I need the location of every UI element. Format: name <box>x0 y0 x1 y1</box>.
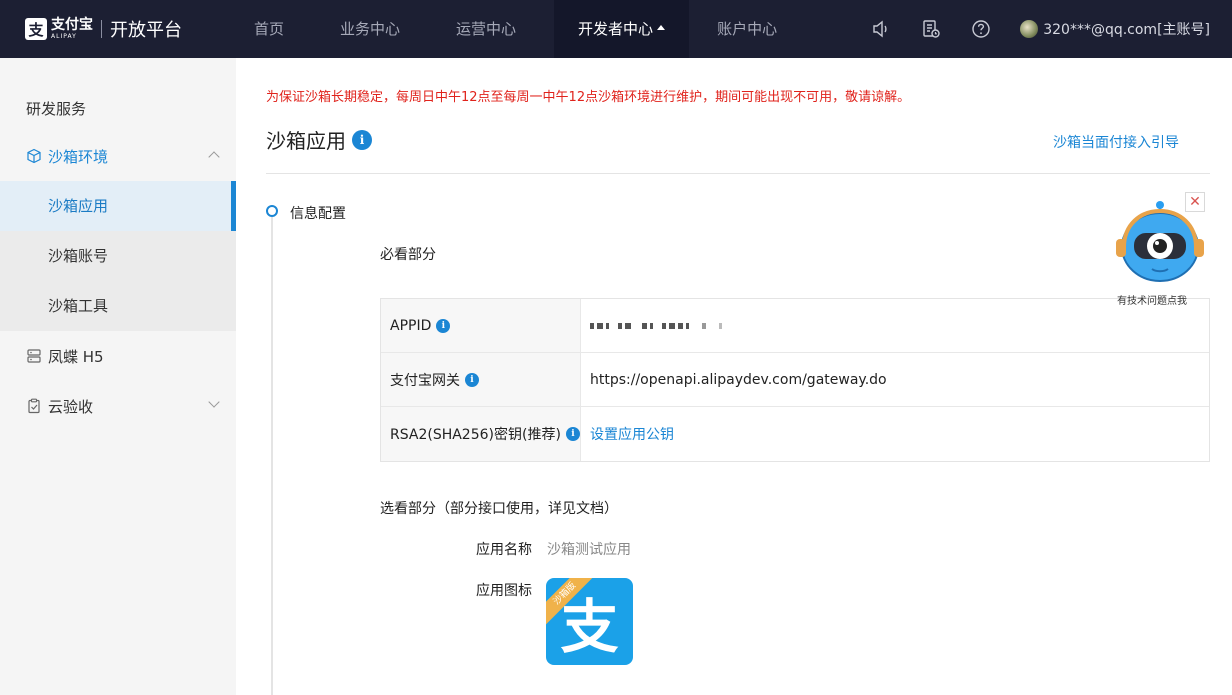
info-icon[interactable]: i <box>465 372 479 387</box>
caret-up-icon <box>657 25 666 30</box>
table-row: 支付宝网关 i https://openapi.alipaydev.com/ga… <box>381 353 1209 407</box>
speaker-icon[interactable] <box>870 18 892 40</box>
server-icon <box>26 348 42 364</box>
helper-label: 有技术问题点我 <box>1117 296 1187 307</box>
sidebar-group-label: 研发服务 <box>26 100 87 118</box>
page-title-text: 沙箱应用 <box>266 129 346 153</box>
info-icon[interactable]: i <box>352 129 372 150</box>
masked-appid <box>590 322 722 329</box>
logo-cn: 支付宝 <box>51 17 93 33</box>
user-menu[interactable]: 320***@qq.com[主账号] <box>1020 19 1210 39</box>
sidebar-item-cloud-accept[interactable]: 云验收 <box>0 381 236 431</box>
timeline-dot <box>266 205 278 217</box>
required-section-title: 必看部分 <box>380 247 436 263</box>
page-title: 沙箱应用 i <box>266 125 372 154</box>
set-public-key-link[interactable]: 设置应用公钥 <box>590 424 674 444</box>
close-icon[interactable]: ✕ <box>1185 192 1205 212</box>
sidebar-item-sandbox-label: 沙箱环境 <box>48 147 109 166</box>
info-icon[interactable]: i <box>436 318 451 333</box>
nav-business[interactable]: 业务中心 <box>322 0 418 58</box>
chevron-down-icon <box>208 396 220 408</box>
alipay-logo[interactable]: 支 支付宝 ALIPAY 开放平台 <box>25 16 182 42</box>
sidebar-item-fengdie-label: 凤蝶 H5 <box>48 347 104 366</box>
nav-account[interactable]: 账户中心 <box>699 0 795 58</box>
app-icon-image: 支 沙箱版 <box>546 578 633 665</box>
maintenance-notice: 为保证沙箱长期稳定，每周日中午12点至每周一中午12点沙箱环境进行维护，期间可能… <box>266 90 911 105</box>
main-nav: 首页 业务中心 运营中心 开发者中心 账户中心 <box>236 0 795 58</box>
config-value-gateway[interactable]: https://openapi.alipaydev.com/gateway.do <box>581 353 1209 406</box>
nav-operations[interactable]: 运营中心 <box>438 0 534 58</box>
nav-home[interactable]: 首页 <box>236 0 302 58</box>
header-tools: 320***@qq.com[主账号] <box>870 0 1232 58</box>
sidebar-item-fengdie[interactable]: 凤蝶 H5 <box>0 331 236 381</box>
user-name: 320***@qq.com[主账号] <box>1043 22 1210 38</box>
avatar <box>1020 20 1039 38</box>
config-key-rsa2: RSA2(SHA256)密钥(推荐) i <box>381 407 581 461</box>
sidebar: 研发服务 沙箱环境 沙箱应用 沙箱账号 沙箱工具 凤蝶 H5 云验收 <box>0 58 236 695</box>
optional-section-title: 选看部分（部分接口使用，详见文档） <box>380 501 618 517</box>
logo-en: ALIPAY <box>51 33 77 40</box>
table-row: APPID i <box>381 299 1209 353</box>
top-navbar: 支 支付宝 ALIPAY 开放平台 首页 业务中心 运营中心 开发者中心 账户中… <box>0 0 1232 58</box>
section-title-config: 信息配置 <box>290 206 346 222</box>
timeline-line <box>271 217 273 695</box>
sidebar-item-sandbox-app[interactable]: 沙箱应用 <box>0 181 236 231</box>
config-key-label: APPID <box>390 317 432 334</box>
nav-developer[interactable]: 开发者中心 <box>554 0 690 58</box>
clipboard-check-icon <box>26 398 42 414</box>
title-divider <box>266 173 1210 174</box>
app-name-value: 沙箱测试应用 <box>547 542 631 558</box>
tech-support-widget[interactable]: ✕ 有技术问题点我 <box>1112 192 1210 310</box>
alipay-logo-text: 支付宝 ALIPAY <box>51 18 93 40</box>
config-value-rsa2: 设置应用公钥 <box>581 407 1209 461</box>
help-icon[interactable] <box>970 18 992 40</box>
sidebar-item-sandbox-account[interactable]: 沙箱账号 <box>0 231 236 281</box>
platform-title: 开放平台 <box>110 20 182 41</box>
sidebar-item-sandbox-tools[interactable]: 沙箱工具 <box>0 281 236 331</box>
alipay-logo-mark: 支 <box>25 18 47 40</box>
config-key-label: 支付宝网关 <box>390 372 460 389</box>
chevron-up-icon <box>208 151 220 163</box>
sandbox-guide-link[interactable]: 沙箱当面付接入引导 <box>1053 132 1179 152</box>
config-table: APPID i 支付宝网关 i https://openapi.alipayde… <box>380 298 1210 462</box>
config-key-gateway: 支付宝网关 i <box>381 353 581 406</box>
config-key-appid: APPID i <box>381 299 581 352</box>
sidebar-item-sandbox[interactable]: 沙箱环境 <box>0 131 236 181</box>
logo-separator <box>101 20 102 38</box>
document-clock-icon[interactable] <box>920 18 942 40</box>
table-row: RSA2(SHA256)密钥(推荐) i 设置应用公钥 <box>381 407 1209 461</box>
app-icon-label: 应用图标 <box>476 583 532 599</box>
sidebar-item-cloud-accept-label: 云验收 <box>48 397 94 416</box>
nav-developer-label: 开发者中心 <box>578 20 654 38</box>
config-key-label: RSA2(SHA256)密钥(推荐) <box>390 427 561 443</box>
cube-icon <box>26 148 42 164</box>
app-name-label: 应用名称 <box>476 542 532 558</box>
info-icon[interactable]: i <box>565 427 580 441</box>
